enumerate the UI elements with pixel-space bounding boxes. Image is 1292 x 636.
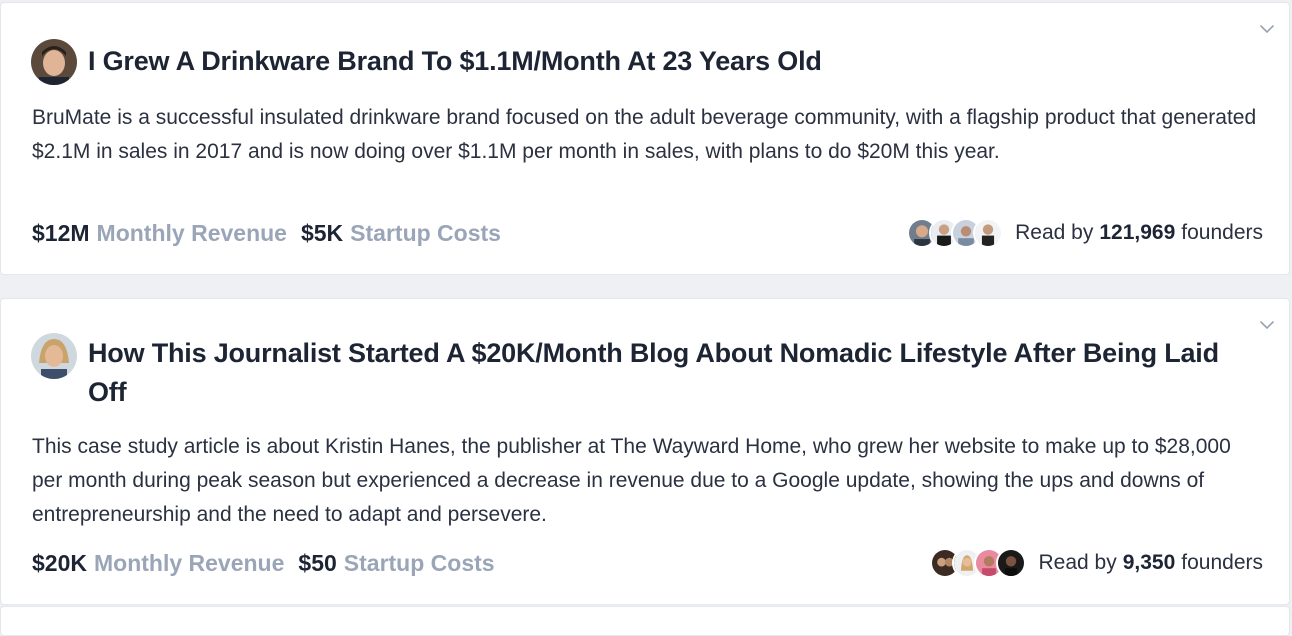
author-avatar[interactable] <box>31 39 77 85</box>
post-description: This case study article is about Kristin… <box>32 435 1231 526</box>
readers-info: Read by 9,350 founders <box>930 548 1263 578</box>
post-header: How This Journalist Started A $20K/Month… <box>31 333 1259 412</box>
post-card[interactable]: How This Journalist Started A $20K/Month… <box>0 298 1290 605</box>
chevron-down-icon[interactable] <box>1259 317 1275 333</box>
reader-avatars <box>907 218 1004 248</box>
post-stats-row: $12M Monthly Revenue $5K Startup Costs R… <box>32 213 1263 253</box>
startup-costs-value: $5K <box>300 219 344 246</box>
reader-avatar <box>996 548 1027 578</box>
read-by-suffix: founders <box>1181 221 1263 244</box>
reader-avatar <box>973 218 1004 248</box>
monthly-revenue-label: Monthly Revenue <box>93 549 285 576</box>
post-card[interactable] <box>0 606 1290 636</box>
startup-costs-label: Startup Costs <box>343 549 495 576</box>
post-description: BruMate is a successful insulated drinkw… <box>32 106 1257 163</box>
post-stats: $12M Monthly Revenue $5K Startup Costs <box>32 220 515 247</box>
post-stats-row: $20K Monthly Revenue $50 Startup Costs R… <box>32 543 1263 583</box>
read-by-prefix: Read by <box>1015 221 1094 244</box>
post-header: I Grew A Drinkware Brand To $1.1M/Month … <box>31 39 1259 85</box>
readers-info: Read by 121,969 founders <box>907 218 1263 248</box>
read-by-suffix: founders <box>1181 551 1263 574</box>
post-stats: $20K Monthly Revenue $50 Startup Costs <box>32 550 509 577</box>
post-card[interactable]: I Grew A Drinkware Brand To $1.1M/Month … <box>0 2 1290 275</box>
read-count: 121,969 <box>1099 221 1176 244</box>
startup-costs-label: Startup Costs <box>350 219 501 246</box>
startup-costs-value: $50 <box>298 549 337 576</box>
reader-avatars <box>930 548 1027 578</box>
monthly-revenue-value: $20K <box>32 549 87 576</box>
post-title[interactable]: I Grew A Drinkware Brand To $1.1M/Month … <box>88 42 822 81</box>
monthly-revenue-label: Monthly Revenue <box>96 219 287 246</box>
read-count: 9,350 <box>1122 551 1176 574</box>
read-by-prefix: Read by <box>1038 551 1117 574</box>
author-avatar[interactable] <box>31 333 77 379</box>
chevron-down-icon[interactable] <box>1259 21 1275 37</box>
monthly-revenue-value: $12M <box>32 219 90 246</box>
post-title[interactable]: How This Journalist Started A $20K/Month… <box>88 334 1259 412</box>
